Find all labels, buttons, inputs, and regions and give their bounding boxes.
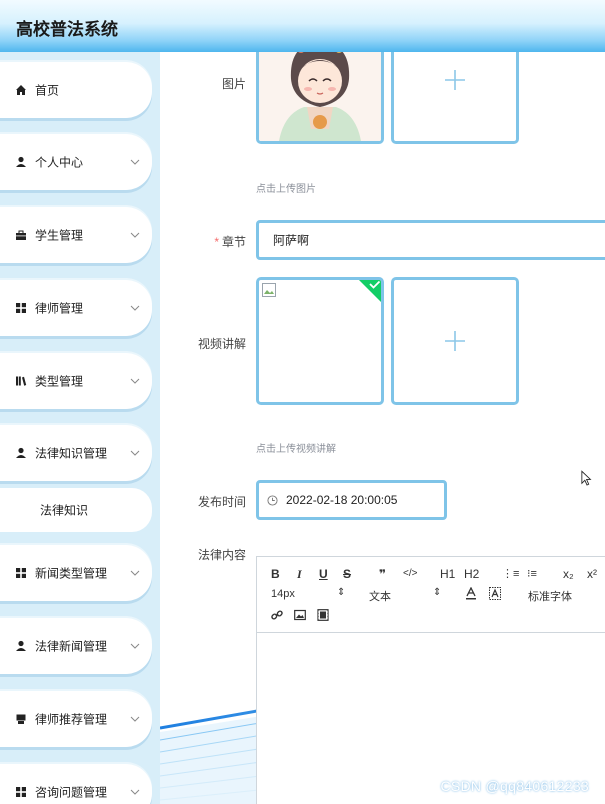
mouse-cursor-icon	[581, 470, 592, 486]
chevron-down-icon	[130, 232, 140, 238]
chevron-down-icon	[130, 305, 140, 311]
ordered-list-button[interactable]: ⋮≡	[502, 567, 519, 580]
editor-toolbar: B I U S ❞ </> H1 H2 ⋮≡ ⁝≡ x₂ x² 14px ⇕ 文…	[257, 557, 605, 633]
text-style-select-arrow-icon: ⇕	[433, 587, 442, 598]
bullet-list-button[interactable]: ⁝≡	[527, 567, 537, 580]
books-icon	[16, 376, 27, 386]
sidebar-item-label: 律师推荐管理	[35, 712, 108, 727]
home-icon	[16, 85, 26, 95]
image-insert-icon[interactable]	[294, 609, 306, 621]
chapter-input[interactable]: 阿萨啊	[256, 220, 605, 260]
link-icon[interactable]	[271, 609, 283, 621]
subscript-button[interactable]: x₂	[563, 567, 574, 581]
user-icon	[16, 640, 26, 651]
rich-text-editor[interactable]: B I U S ❞ </> H1 H2 ⋮≡ ⁝≡ x₂ x² 14px ⇕ 文…	[256, 556, 605, 804]
sidebar-item-law-news[interactable]: 法律新闻管理	[0, 618, 152, 674]
video-label: 视频讲解	[197, 337, 246, 351]
underline-button[interactable]: U	[319, 567, 328, 581]
publish-time-value: 2022-02-18 20:00:05	[286, 493, 398, 507]
video-insert-icon[interactable]	[317, 609, 329, 621]
required-mark: *	[214, 235, 219, 249]
sidebar-item-label: 新闻类型管理	[35, 566, 108, 581]
main-content: 图片 点击上传图片 * 章节 阿萨啊 视频讲解 点击上传视频讲解 发布时间 20…	[160, 52, 605, 804]
plus-icon	[445, 331, 465, 351]
grid-icon	[16, 787, 26, 797]
superscript-button[interactable]: x²	[587, 567, 597, 581]
print-icon	[16, 714, 26, 724]
video-upload-tip: 点击上传视频讲解	[256, 444, 336, 455]
font-color-icon[interactable]	[465, 587, 477, 600]
sidebar-item-consult-questions[interactable]: 咨询问题管理	[0, 764, 152, 804]
chapter-input-value: 阿萨啊	[273, 233, 310, 248]
strikethrough-button[interactable]: S	[343, 567, 351, 581]
user-icon	[16, 156, 26, 167]
blockquote-button[interactable]: ❞	[379, 567, 386, 581]
sidebar-item-label: 法律新闻管理	[35, 639, 108, 654]
sidebar: 首页 个人中心 学生管理 律师管理 类型管理 法律知识管理 法律知识 新闻类型管…	[0, 52, 160, 804]
h2-button[interactable]: H2	[464, 567, 479, 581]
sidebar-item-home[interactable]: 首页	[0, 62, 152, 118]
chevron-down-icon	[130, 570, 140, 576]
user-icon	[16, 447, 26, 458]
chevron-down-icon	[130, 789, 140, 795]
h1-button[interactable]: H1	[440, 567, 455, 581]
grid-icon	[16, 303, 26, 313]
uploaded-image-thumbnail[interactable]	[256, 52, 384, 144]
image-label: 图片	[221, 77, 246, 91]
sidebar-item-lawyers[interactable]: 律师管理	[0, 280, 152, 336]
chevron-down-icon	[130, 643, 140, 649]
sidebar-item-personal-center[interactable]: 个人中心	[0, 134, 152, 190]
font-size-select[interactable]: 14px	[271, 588, 295, 600]
font-size-select-arrow-icon: ⇕	[337, 587, 346, 598]
csdn-watermark: CSDN @qq840612233	[440, 778, 589, 794]
sidebar-item-lawyer-recommend[interactable]: 律师推荐管理	[0, 691, 152, 747]
font-family-select[interactable]: 标准字体	[528, 588, 572, 604]
content-label: 法律内容	[197, 548, 246, 562]
code-button[interactable]: </>	[403, 568, 417, 579]
image-upload-add-button[interactable]	[391, 52, 519, 144]
broken-image-icon	[262, 283, 276, 297]
background-color-icon[interactable]	[489, 587, 501, 600]
image-upload-tip: 点击上传图片	[256, 184, 316, 195]
chevron-down-icon	[130, 159, 140, 165]
text-style-select[interactable]: 文本	[369, 588, 391, 604]
chevron-down-icon	[130, 716, 140, 722]
uploaded-video-thumbnail[interactable]	[256, 277, 384, 405]
anime-girl-illustration	[259, 52, 381, 141]
app-title: 高校普法系统	[16, 20, 118, 39]
chevron-down-icon	[130, 450, 140, 456]
sidebar-item-students[interactable]: 学生管理	[0, 207, 152, 263]
sidebar-item-types[interactable]: 类型管理	[0, 353, 152, 409]
sidebar-item-label: 法律知识管理	[35, 446, 108, 461]
sidebar-item-label: 个人中心	[35, 155, 84, 170]
plus-icon	[445, 70, 465, 90]
sidebar-item-law-knowledge-management[interactable]: 法律知识管理	[0, 425, 152, 481]
chapter-label: * 章节	[160, 233, 246, 250]
sidebar-subitem-law-knowledge[interactable]: 法律知识	[0, 488, 152, 532]
chapter-label-text: 章节	[221, 235, 246, 249]
sidebar-item-label: 咨询问题管理	[35, 785, 108, 800]
grid-icon	[16, 568, 26, 578]
success-check-icon	[359, 280, 381, 302]
app-header: 高校普法系统	[0, 0, 605, 52]
sidebar-item-label: 律师管理	[35, 301, 84, 316]
clock-icon	[267, 495, 278, 506]
sidebar-item-label: 法律知识	[40, 503, 89, 518]
sidebar-item-label: 类型管理	[35, 374, 84, 389]
bold-button[interactable]: B	[271, 567, 280, 581]
sidebar-item-label: 学生管理	[35, 228, 84, 243]
italic-button[interactable]: I	[297, 567, 302, 582]
chevron-down-icon	[130, 378, 140, 384]
publish-time-picker[interactable]: 2022-02-18 20:00:05	[256, 480, 447, 520]
sidebar-item-news-types[interactable]: 新闻类型管理	[0, 545, 152, 601]
briefcase-icon	[16, 230, 26, 240]
sidebar-item-label: 首页	[35, 83, 60, 98]
publish-time-label: 发布时间	[197, 495, 246, 509]
video-upload-add-button[interactable]	[391, 277, 519, 405]
